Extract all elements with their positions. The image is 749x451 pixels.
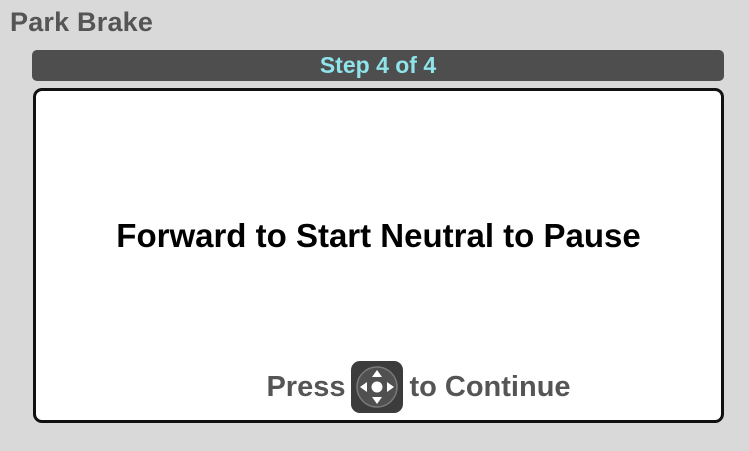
- instruction-text: Forward to Start Neutral to Pause: [116, 217, 641, 254]
- instruction-panel: Forward to Start Neutral to Pause Press …: [33, 88, 724, 423]
- dpad-icon: [356, 366, 399, 408]
- continue-prompt-before: Press: [266, 370, 346, 403]
- continue-prompt-after: to Continue: [409, 370, 571, 403]
- step-indicator-label: Step 4 of 4: [319, 52, 437, 78]
- page-title: Park Brake: [10, 7, 154, 37]
- dpad-button[interactable]: [351, 361, 404, 413]
- step-indicator: Step 4 of 4: [32, 50, 724, 81]
- continue-prompt: Press to Continue: [36, 360, 721, 414]
